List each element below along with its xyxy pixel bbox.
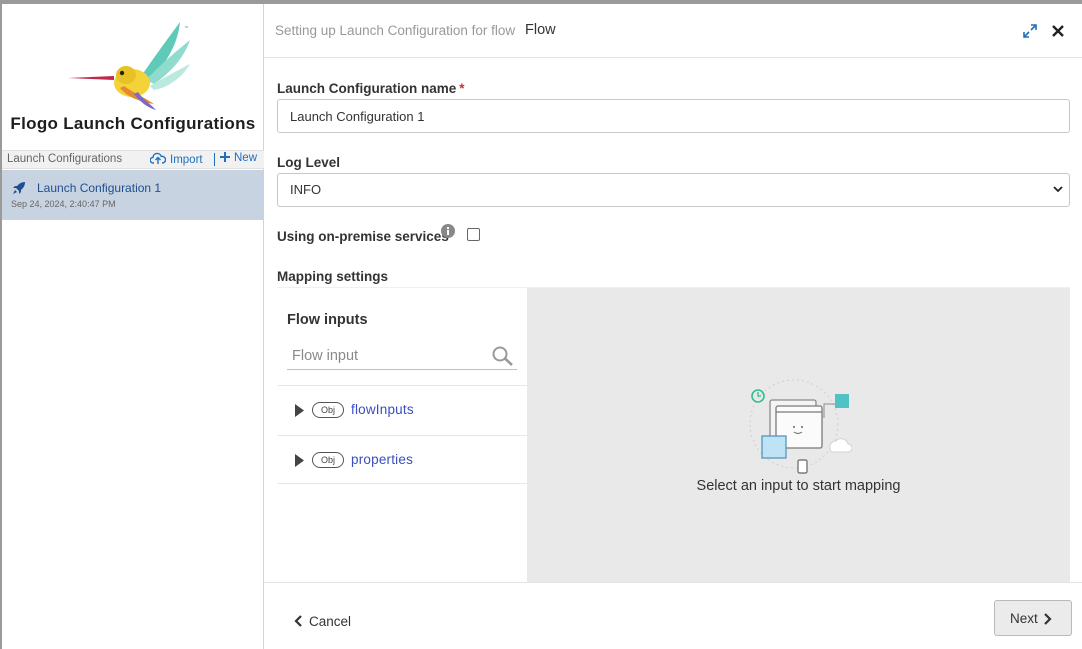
launch-config-name: Launch Configuration 1 — [37, 181, 162, 195]
launch-config-list-item[interactable]: Launch Configuration 1 Sep 24, 2024, 2:4… — [2, 170, 264, 220]
cancel-button[interactable]: Cancel — [294, 614, 351, 629]
expand-icon[interactable] — [1023, 24, 1037, 38]
caret-right-icon[interactable] — [294, 404, 304, 417]
search-placeholder: Flow input — [292, 348, 359, 364]
on-premise-label: Using on-premise services — [277, 229, 449, 244]
dialog-footer: Cancel Next — [264, 582, 1082, 649]
hummingbird-logo: ™ — [68, 22, 190, 110]
empty-mapping-message: Select an input to start mapping — [696, 478, 901, 494]
app-title: Flogo Launch Configurations — [10, 114, 256, 133]
config-name-label-text: Launch Configuration name — [277, 81, 457, 96]
mapping-canvas: Select an input to start mapping — [527, 288, 1070, 583]
svg-text:™: ™ — [184, 26, 189, 32]
log-level-label: Log Level — [277, 155, 341, 170]
cloud-upload-icon — [149, 152, 167, 164]
search-icon — [492, 346, 513, 366]
panel-header: Setting up Launch Configuration for flow… — [264, 4, 1082, 58]
object-type-badge: Obj — [312, 402, 344, 418]
setup-description: Setting up Launch Configuration for flow — [275, 23, 516, 38]
import-button[interactable]: Import — [149, 152, 203, 166]
flow-input-search[interactable]: Flow input — [287, 340, 517, 370]
new-label: New — [234, 152, 258, 164]
dialog-frame: ™ Flogo Launch Configurations Launch Con… — [0, 0, 1082, 649]
config-name-input[interactable] — [277, 99, 1070, 133]
object-type-badge: Obj — [312, 452, 344, 468]
mapping-area: Flow inputs Flow input Obj flowInputs Ob… — [277, 287, 1070, 583]
plus-icon — [220, 152, 230, 162]
log-level-select[interactable]: INFO — [277, 173, 1070, 207]
cancel-label: Cancel — [309, 614, 352, 629]
log-level-value: INFO — [290, 182, 322, 197]
flow-inputs-pane: Flow inputs Flow input Obj flowInputs Ob… — [277, 288, 527, 583]
header-divider — [214, 153, 215, 166]
next-label: Next — [1010, 611, 1038, 626]
on-premise-checkbox[interactable] — [467, 228, 480, 241]
info-icon[interactable] — [441, 224, 455, 238]
chevron-left-icon — [294, 615, 302, 627]
import-label: Import — [170, 154, 203, 166]
chevron-down-icon — [1053, 186, 1063, 193]
config-name-label: Launch Configuration name * — [277, 81, 465, 96]
new-button[interactable]: New — [220, 152, 257, 164]
flow-name: Flow — [525, 22, 556, 38]
rocket-icon — [13, 182, 25, 194]
caret-right-icon[interactable] — [294, 454, 304, 467]
tree-node-name: flowInputs — [351, 402, 414, 417]
tree-node-flowinputs[interactable]: Obj flowInputs — [278, 385, 527, 434]
mapping-illustration — [749, 379, 852, 474]
launch-config-list-header: Launch Configurations Import New — [2, 150, 264, 169]
main-panel: Setting up Launch Configuration for flow… — [264, 4, 1082, 649]
required-marker: * — [459, 81, 465, 96]
list-header-label: Launch Configurations — [7, 153, 123, 165]
close-icon[interactable] — [1051, 24, 1065, 38]
mapping-settings-label: Mapping settings — [277, 269, 388, 284]
tree-node-properties[interactable]: Obj properties — [278, 435, 527, 484]
launch-config-date: Sep 24, 2024, 2:40:47 PM — [11, 199, 116, 209]
flow-inputs-title: Flow inputs — [287, 312, 368, 328]
sidebar: ™ Flogo Launch Configurations Launch Con… — [2, 4, 264, 649]
chevron-right-icon — [1044, 613, 1052, 625]
next-button[interactable]: Next — [994, 600, 1072, 636]
tree-node-name: properties — [351, 452, 414, 467]
